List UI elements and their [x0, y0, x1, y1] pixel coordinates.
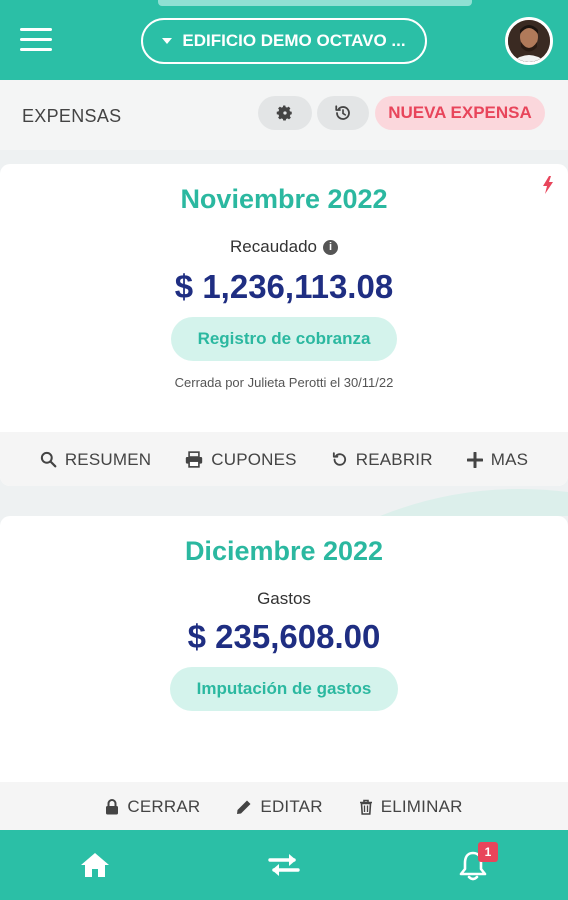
new-expense-button[interactable]: NUEVA EXPENSA [375, 96, 545, 130]
printer-icon [186, 451, 203, 468]
period-title: Noviembre 2022 [180, 184, 388, 214]
card-actions: CERRAR EDITAR ELIMINAR [0, 782, 568, 830]
decorative-wave [380, 489, 568, 516]
reopen-button[interactable]: REABRIR [331, 450, 433, 470]
edit-button[interactable]: EDITAR [236, 797, 322, 817]
delete-label: ELIMINAR [380, 797, 463, 816]
caret-down-icon [162, 38, 173, 44]
delete-button[interactable]: ELIMINAR [359, 797, 463, 817]
trash-icon [359, 799, 372, 815]
top-strip [158, 0, 472, 6]
period-title: Diciembre 2022 [184, 536, 384, 566]
info-icon[interactable]: i [322, 240, 338, 256]
transfer-icon[interactable] [268, 852, 300, 878]
summary-button[interactable]: RESUMEN [40, 450, 151, 470]
building-name: EDIFICIO DEMO OCTAVO ... [182, 31, 406, 50]
card-actions: RESUMEN CUPONES REABRIR MAS [0, 432, 568, 486]
expenses-amount: $ 235,608.00 [187, 618, 381, 655]
more-label: MAS [490, 449, 529, 469]
page-title: EXPENSAS [22, 106, 122, 126]
collected-label: Recaudado i [0, 237, 568, 257]
menu-icon[interactable] [20, 28, 52, 52]
coupons-button[interactable]: CUPONES [185, 449, 297, 470]
collected-amount: $ 1,236,113.08 [174, 268, 394, 305]
close-button[interactable]: CERRAR [105, 797, 200, 817]
summary-label: RESUMEN [64, 449, 152, 469]
search-icon [40, 451, 57, 468]
expense-card-december: Diciembre 2022 Gastos $ 235,608.00 Imput… [0, 516, 568, 830]
coupons-label: CUPONES [211, 449, 297, 469]
building-selector[interactable]: EDIFICIO DEMO OCTAVO ... [141, 18, 427, 64]
notification-badge: 1 [478, 842, 498, 862]
undo-icon [332, 452, 346, 466]
history-button[interactable] [317, 96, 369, 130]
history-icon [335, 105, 350, 120]
close-label: CERRAR [127, 797, 201, 816]
gear-icon [276, 105, 292, 121]
avatar[interactable] [505, 17, 553, 65]
settings-button[interactable] [258, 96, 312, 130]
expenses-label: Gastos [257, 589, 311, 608]
reopen-label: REABRIR [355, 449, 433, 469]
user-photo-icon [508, 20, 550, 62]
edit-label: EDITAR [260, 797, 323, 816]
pencil-icon [237, 800, 251, 814]
more-button[interactable]: MAS [466, 449, 529, 470]
expense-allocation-button[interactable]: Imputación de gastos [170, 667, 398, 711]
closed-by-note: Cerrada por Julieta Perotti el 30/11/22 [174, 375, 394, 390]
plus-icon [466, 451, 483, 468]
expense-card-november: Noviembre 2022 Recaudado i $ 1,236,113.08… [0, 164, 568, 486]
lock-icon [106, 799, 119, 815]
home-icon[interactable] [80, 852, 110, 878]
collected-label-text: Recaudado [230, 237, 317, 256]
collection-register-button[interactable]: Registro de cobranza [171, 317, 397, 361]
